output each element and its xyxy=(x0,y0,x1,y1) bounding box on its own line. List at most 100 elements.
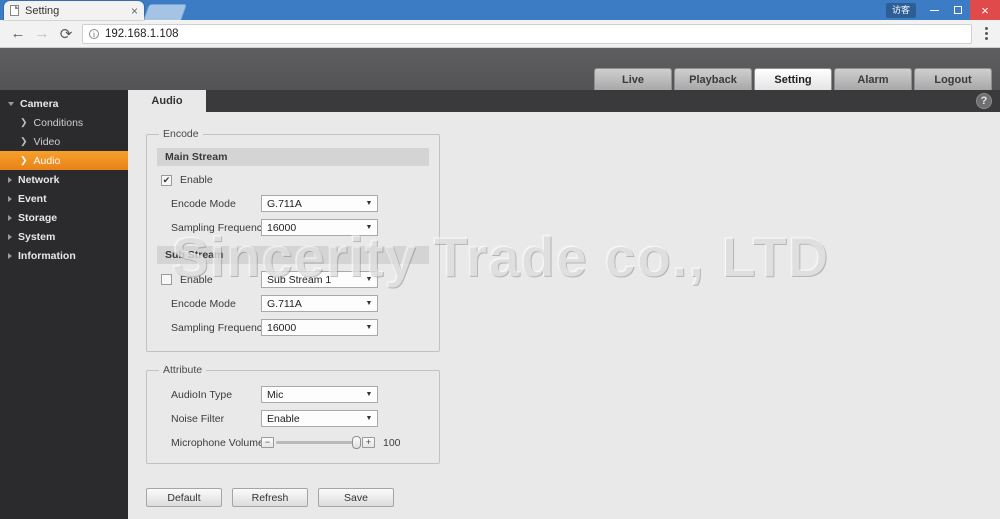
help-icon[interactable]: ? xyxy=(976,93,992,109)
audioin-type-label: AudioIn Type xyxy=(171,388,233,401)
sidebar-item-label: Information xyxy=(18,249,76,262)
guest-profile-badge[interactable]: 访客 xyxy=(885,2,916,18)
select-value: Sub Stream 1 xyxy=(267,273,332,286)
forward-icon[interactable]: → xyxy=(30,22,54,46)
address-bar[interactable]: i 192.168.1.108 xyxy=(82,23,972,44)
main-stream-encode-mode-row: Encode Mode G.711A ▼ xyxy=(157,193,429,214)
chevron-down-icon: ▼ xyxy=(365,300,373,307)
sidebar-item-video[interactable]: ❯ Video xyxy=(0,132,128,151)
sidebar-item-conditions[interactable]: ❯ Conditions xyxy=(0,113,128,132)
refresh-button[interactable]: Refresh xyxy=(232,488,308,507)
tab-audio[interactable]: Audio xyxy=(128,90,206,112)
sub-stream-encode-mode-select[interactable]: G.711A ▼ xyxy=(261,295,378,312)
chevron-right-icon xyxy=(8,214,12,221)
sidebar-item-label: Audio xyxy=(33,154,61,167)
nav-tab-alarm[interactable]: Alarm xyxy=(834,68,912,90)
sub-stream-enable-label: Enable xyxy=(180,273,213,286)
chevron-down-icon: ▼ xyxy=(365,200,373,207)
sidebar-item-system[interactable]: System xyxy=(0,227,128,246)
sub-stream-header: Sub Stream xyxy=(157,246,429,264)
chevron-right-icon: ❯ xyxy=(20,155,28,165)
volume-slider-track[interactable] xyxy=(276,436,361,449)
sidebar-item-audio[interactable]: ❯ Audio xyxy=(0,151,128,170)
close-icon[interactable]: × xyxy=(131,5,138,17)
volume-slider-handle[interactable] xyxy=(352,436,361,449)
sidebar-item-label: System xyxy=(18,230,56,243)
main-stream-sampling-select[interactable]: 16000 ▼ xyxy=(261,219,378,236)
microphone-volume-row: Microphone Volume − + 100 xyxy=(157,432,429,453)
action-buttons: Default Refresh Save xyxy=(146,476,1000,507)
audioin-type-select[interactable]: Mic ▼ xyxy=(261,386,378,403)
sidebar-item-event[interactable]: Event xyxy=(0,189,128,208)
nav-tab-live[interactable]: Live xyxy=(594,68,672,90)
main-stream-enable-row[interactable]: ✔ Enable xyxy=(157,171,429,189)
sidebar-item-label: Network xyxy=(18,173,60,186)
nav-tab-setting[interactable]: Setting xyxy=(754,68,832,90)
select-value: Mic xyxy=(267,388,284,401)
sidebar-item-label: Camera xyxy=(20,97,59,110)
chevron-right-icon xyxy=(8,233,12,240)
main-stream-enable-checkbox[interactable]: ✔ xyxy=(161,174,172,186)
browser-tab-title: Setting xyxy=(25,4,60,17)
browser-tab-setting[interactable]: Setting × xyxy=(4,1,144,20)
chevron-right-icon xyxy=(8,195,12,202)
content-area: Audio ? Encode Main Stream ✔ Enable Enco… xyxy=(128,90,1000,519)
noise-filter-row: Noise Filter Enable ▼ xyxy=(157,408,429,429)
new-tab-button[interactable] xyxy=(144,5,186,20)
sub-stream-sampling-select[interactable]: 16000 ▼ xyxy=(261,319,378,336)
sub-stream-encode-mode-row: Encode Mode G.711A ▼ xyxy=(157,293,429,314)
reload-icon[interactable]: ⟳ xyxy=(54,22,78,46)
sub-stream-encode-mode-label: Encode Mode xyxy=(171,297,236,310)
browser-titlebar: Setting × 访客 × xyxy=(0,0,1000,20)
select-value: G.711A xyxy=(267,297,302,310)
minimize-button[interactable] xyxy=(922,0,946,20)
nav-tab-logout[interactable]: Logout xyxy=(914,68,992,90)
sidebar: Camera ❯ Conditions ❯ Video ❯ Audio Netw… xyxy=(0,90,128,519)
default-button[interactable]: Default xyxy=(146,488,222,507)
encode-group-legend: Encode xyxy=(163,128,199,140)
window-close-button[interactable]: × xyxy=(970,0,1000,20)
main-stream-enable-label: Enable xyxy=(180,174,213,186)
microphone-volume-label: Microphone Volume xyxy=(171,436,264,449)
audioin-type-row: AudioIn Type Mic ▼ xyxy=(157,384,429,405)
select-value: 16000 xyxy=(267,321,297,334)
nav-tab-playback[interactable]: Playback xyxy=(674,68,752,90)
content-tabbar: Audio ? xyxy=(128,90,1000,112)
browser-toolbar: ← → ⟳ i 192.168.1.108 xyxy=(0,20,1000,48)
chevron-down-icon: ▼ xyxy=(365,224,373,231)
attribute-group: Attribute AudioIn Type Mic ▼ Noise Filte… xyxy=(146,364,440,464)
window-controls: 访客 × xyxy=(885,0,1000,20)
sidebar-item-information[interactable]: Information xyxy=(0,246,128,265)
chevron-right-icon xyxy=(8,176,12,183)
chevron-down-icon: ▼ xyxy=(365,415,373,422)
chevron-right-icon: ❯ xyxy=(20,136,28,146)
site-info-icon[interactable]: i xyxy=(89,28,99,39)
main-stream-encode-mode-select[interactable]: G.711A ▼ xyxy=(261,195,378,212)
noise-filter-select[interactable]: Enable ▼ xyxy=(261,410,378,427)
sidebar-item-camera[interactable]: Camera xyxy=(0,94,128,113)
browser-menu-icon[interactable] xyxy=(978,27,994,40)
page-icon xyxy=(10,5,19,16)
browser-tabstrip: Setting × xyxy=(0,0,186,20)
save-button[interactable]: Save xyxy=(318,488,394,507)
sub-stream-enable-checkbox[interactable] xyxy=(161,274,172,285)
main-stream-header: Main Stream xyxy=(157,148,429,166)
sub-stream-enable-label-wrap[interactable]: Enable xyxy=(157,274,261,286)
chevron-down-icon xyxy=(8,101,14,106)
maximize-button[interactable] xyxy=(946,0,970,20)
sub-stream-sampling-row: Sampling Frequency 16000 ▼ xyxy=(157,317,429,338)
main-stream-sampling-row: Sampling Frequency 16000 ▼ xyxy=(157,217,429,238)
chevron-right-icon xyxy=(8,252,12,259)
sidebar-item-label: Storage xyxy=(18,211,58,224)
select-value: 16000 xyxy=(267,221,297,234)
sidebar-item-label: Conditions xyxy=(33,116,84,129)
sidebar-item-storage[interactable]: Storage xyxy=(0,208,128,227)
app-body: Camera ❯ Conditions ❯ Video ❯ Audio Netw… xyxy=(0,90,1000,519)
sidebar-item-network[interactable]: Network xyxy=(0,170,128,189)
sub-stream-select[interactable]: Sub Stream 1 ▼ xyxy=(261,271,378,288)
chevron-down-icon: ▼ xyxy=(365,276,373,283)
volume-decrease-button[interactable]: − xyxy=(261,437,274,448)
volume-increase-button[interactable]: + xyxy=(362,437,375,448)
app-header: Live Playback Setting Alarm Logout xyxy=(0,48,1000,90)
back-icon[interactable]: ← xyxy=(6,22,30,46)
